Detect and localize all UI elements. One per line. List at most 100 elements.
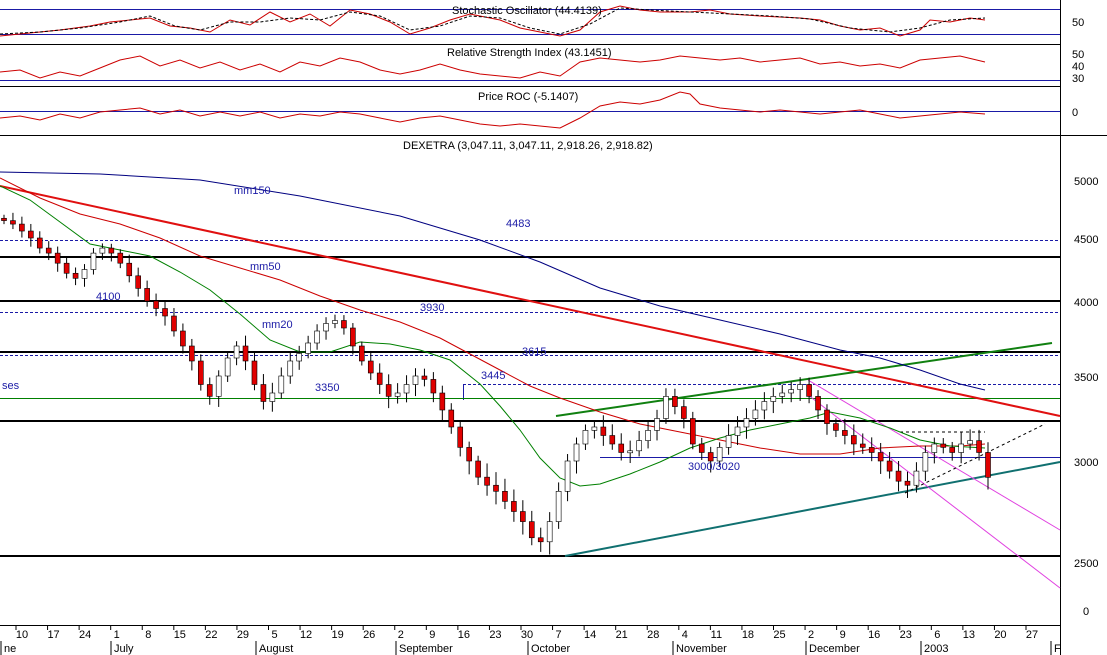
candle-body <box>609 435 616 445</box>
candle-body <box>162 308 168 317</box>
candle-body <box>28 230 34 239</box>
candle-body <box>842 430 848 436</box>
candle-body <box>528 521 535 539</box>
candle-body <box>305 342 311 354</box>
candle-body <box>707 452 714 462</box>
label-mm150: mm150 <box>234 185 271 197</box>
stochastic-panel: Stochastic Oscillator (44.4139) 50 <box>0 5 1084 37</box>
candle-body <box>627 450 633 454</box>
candle-body <box>546 521 553 543</box>
label-4483: 4483 <box>506 218 530 230</box>
candle-body <box>886 460 893 472</box>
candle-body <box>976 440 982 453</box>
candle-body <box>81 269 88 279</box>
candle-body <box>90 252 97 270</box>
candle-body <box>153 300 159 309</box>
y-tick-4500: 4500 <box>1074 234 1098 246</box>
candle-body <box>877 452 884 462</box>
candle-body <box>922 452 929 472</box>
candle-body <box>582 430 589 445</box>
x-axis: 10 17 24 1 8 15 22 29 5 12 19 26 2 9 16 23 30 7 14 21 28 4 11 1… <box>0 626 1061 655</box>
candle-body <box>654 418 660 431</box>
candle-body <box>949 447 956 453</box>
candle-body <box>1 217 7 221</box>
month-label: ne <box>4 643 16 655</box>
x-tick-label: 12 <box>300 629 312 641</box>
candle-body <box>430 379 437 394</box>
y-axis: 5000 4500 4000 3500 3000 2500 0 <box>1074 176 1098 618</box>
x-tick-label: 27 <box>1026 629 1038 641</box>
x-tick-label: 8 <box>145 629 151 641</box>
candle-body <box>72 272 79 279</box>
candle-body <box>45 247 52 254</box>
x-tick-label: 4 <box>682 629 688 641</box>
mm20-line <box>0 185 986 487</box>
candle-body <box>224 357 231 377</box>
candle-body <box>636 440 642 452</box>
candle-body <box>564 460 571 492</box>
candle-body <box>788 389 795 394</box>
candle-body <box>931 443 938 453</box>
candle-body <box>913 470 920 486</box>
label-3930: 3930 <box>420 302 444 314</box>
candle-body <box>287 360 294 377</box>
roc-panel: Price ROC (-5.1407) 0 <box>0 91 1078 129</box>
candle-body <box>511 501 517 512</box>
candle-body <box>734 426 741 436</box>
candle-body <box>215 375 222 397</box>
candle-body <box>815 396 821 411</box>
candle-body <box>466 447 472 462</box>
mm50-line <box>0 177 986 455</box>
y-tick-4000: 4000 <box>1074 297 1098 309</box>
candle-body <box>260 384 267 402</box>
rsi-tick-40: 40 <box>1072 61 1084 73</box>
magenta-channel-lower <box>807 394 1061 589</box>
candle-body <box>314 330 320 344</box>
x-tick-label: 20 <box>994 629 1006 641</box>
x-tick-label: 11 <box>711 629 722 641</box>
label-ses: ses <box>2 380 20 392</box>
candle-body <box>555 490 562 522</box>
roc-title: Price ROC (-5.1407) <box>478 91 578 103</box>
candle-body <box>618 443 625 453</box>
x-tick-label: 16 <box>458 629 470 641</box>
rsi-tick-50: 50 <box>1072 49 1084 61</box>
label-mm20: mm20 <box>262 319 293 331</box>
candle-body <box>251 360 258 385</box>
candle-body <box>278 375 285 394</box>
label-4100: 4100 <box>96 291 120 303</box>
candle-body <box>189 345 195 362</box>
candle-body <box>681 406 687 419</box>
month-label: 2003 <box>924 643 948 655</box>
candle-body <box>663 396 669 419</box>
candle-body <box>752 409 759 419</box>
month-label: December <box>809 643 860 655</box>
y-tick-3000: 3000 <box>1074 457 1098 469</box>
candle-body <box>269 392 276 402</box>
candle-body <box>233 345 240 359</box>
roc-tick-0: 0 <box>1072 107 1078 119</box>
label-3615: 3615 <box>522 346 546 358</box>
label-3000-3020: 3000/3020 <box>688 461 740 473</box>
candle-body <box>716 447 723 462</box>
candle-body <box>341 320 347 329</box>
annotations: mm150 4483 mm50 4100 3930 mm20 3615 3445… <box>2 185 740 473</box>
stock-chart: Stochastic Oscillator (44.4139) 50 Relat… <box>0 0 1107 655</box>
candle-body <box>502 490 508 502</box>
candle-body <box>475 460 481 478</box>
month-label: F <box>1054 643 1061 655</box>
candle-body <box>144 288 150 302</box>
price-title: DEXETRA (3,047.11, 3,047.11, 2,918.26, 2… <box>403 140 653 152</box>
candle-body <box>385 384 392 397</box>
candle-body <box>63 262 70 274</box>
y-tick-2500: 2500 <box>1074 558 1098 570</box>
candle-body <box>171 315 177 332</box>
label-3350: 3350 <box>315 382 339 394</box>
candle-body <box>940 443 947 448</box>
candle-body <box>770 396 777 402</box>
candle-body <box>967 440 973 445</box>
candle-body <box>672 396 678 407</box>
candle-body <box>54 252 61 264</box>
x-tick-label: 25 <box>773 629 785 641</box>
candle-body <box>242 345 249 362</box>
